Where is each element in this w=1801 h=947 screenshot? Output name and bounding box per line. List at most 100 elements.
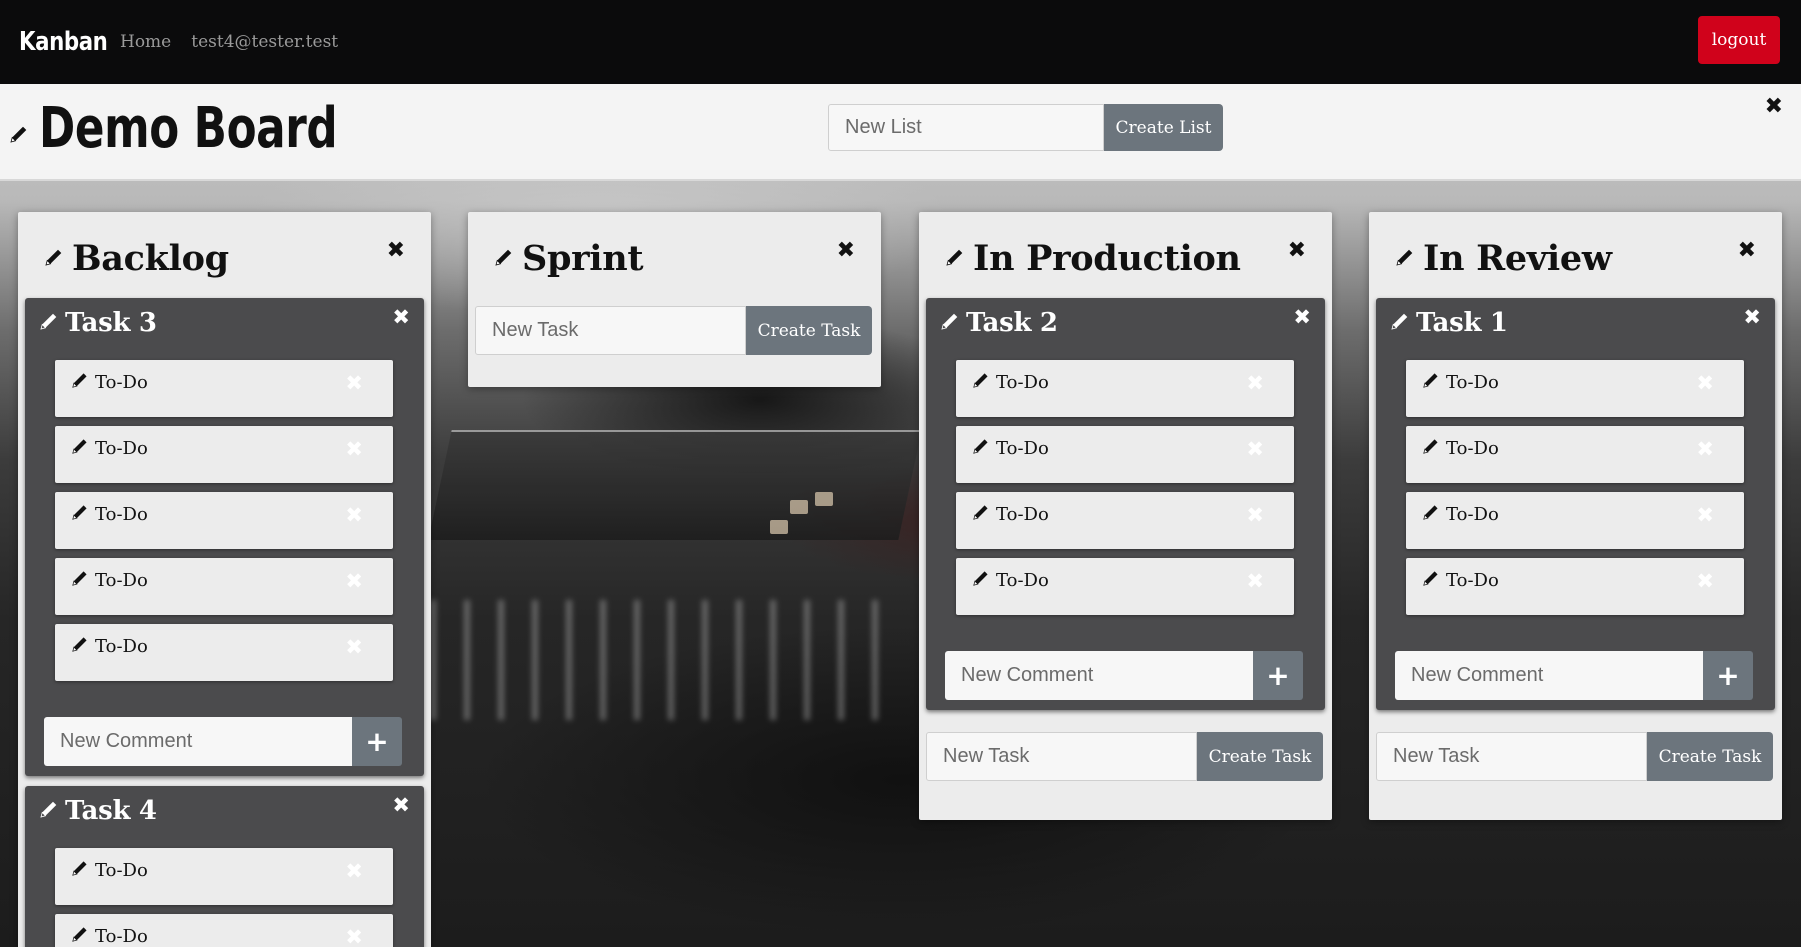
todo-item: To-Do ✖	[55, 558, 393, 615]
close-todo-icon[interactable]: ✖	[1696, 373, 1714, 394]
list-title-group: In Production	[945, 238, 1241, 279]
pencil-icon[interactable]	[1422, 569, 1440, 591]
nav-link-user-email[interactable]: test4@tester.test	[191, 32, 338, 52]
add-comment-button[interactable]: +	[1703, 651, 1753, 700]
task-card: Task 3 ✖ To-Do ✖ To-Do ✖ To-Do ✖ To-Do ✖…	[25, 298, 424, 776]
new-task-input[interactable]	[475, 306, 746, 355]
add-comment-button[interactable]: +	[1253, 651, 1303, 700]
close-todo-icon[interactable]: ✖	[345, 373, 363, 394]
task-header: Task 4 ✖	[25, 786, 424, 848]
pencil-icon[interactable]	[39, 311, 59, 335]
pencil-icon[interactable]	[1422, 437, 1440, 459]
pencil-icon[interactable]	[9, 124, 29, 148]
create-task-button[interactable]: Create Task	[1197, 732, 1323, 781]
close-todo-icon[interactable]: ✖	[345, 439, 363, 460]
list-in-production: In Production ✖ Task 2 ✖ To-Do ✖ To-Do ✖…	[919, 212, 1332, 820]
close-board-icon[interactable]: ✖	[1765, 96, 1783, 118]
new-task-form: Create Task	[926, 732, 1325, 781]
close-todo-icon[interactable]: ✖	[345, 637, 363, 658]
list-header: In Review ✖	[1369, 212, 1782, 298]
pencil-icon[interactable]	[972, 503, 990, 525]
task-title-group: Task 4	[39, 796, 157, 826]
pencil-icon[interactable]	[940, 311, 960, 335]
new-comment-input[interactable]	[1395, 651, 1703, 700]
todo-item: To-Do ✖	[55, 848, 393, 905]
close-todo-icon[interactable]: ✖	[345, 571, 363, 592]
nav-link-home[interactable]: Home	[120, 32, 171, 52]
background-component	[815, 492, 833, 506]
pencil-icon[interactable]	[71, 437, 89, 459]
pencil-icon[interactable]	[972, 569, 990, 591]
close-list-icon[interactable]: ✖	[1738, 240, 1756, 262]
pencil-icon[interactable]	[71, 635, 89, 657]
todo-label-group: To-Do	[1422, 503, 1499, 525]
todo-label-group: To-Do	[71, 635, 148, 657]
create-task-button[interactable]: Create Task	[1647, 732, 1773, 781]
task-title-group: Task 2	[940, 308, 1058, 338]
new-task-form: Create Task	[475, 306, 874, 355]
list-title: Sprint	[522, 238, 644, 279]
todo-label: To-Do	[1446, 503, 1499, 525]
close-task-icon[interactable]: ✖	[1743, 307, 1761, 328]
pencil-icon[interactable]	[972, 437, 990, 459]
pencil-icon[interactable]	[972, 371, 990, 393]
pencil-icon[interactable]	[945, 247, 965, 271]
close-task-icon[interactable]: ✖	[392, 795, 410, 816]
close-todo-icon[interactable]: ✖	[1246, 373, 1264, 394]
close-todo-icon[interactable]: ✖	[345, 861, 363, 882]
close-list-icon[interactable]: ✖	[837, 240, 855, 262]
new-task-input[interactable]	[926, 732, 1197, 781]
close-task-icon[interactable]: ✖	[392, 307, 410, 328]
close-todo-icon[interactable]: ✖	[345, 505, 363, 526]
todo-label: To-Do	[996, 371, 1049, 393]
todo-label-group: To-Do	[71, 503, 148, 525]
pencil-icon[interactable]	[44, 247, 64, 271]
close-todo-icon[interactable]: ✖	[1246, 439, 1264, 460]
close-task-icon[interactable]: ✖	[1293, 307, 1311, 328]
pencil-icon[interactable]	[1395, 247, 1415, 271]
new-comment-input[interactable]	[44, 717, 352, 766]
todo-item: To-Do ✖	[55, 624, 393, 681]
close-todo-icon[interactable]: ✖	[345, 927, 363, 947]
create-task-button[interactable]: Create Task	[746, 306, 872, 355]
pencil-icon[interactable]	[71, 569, 89, 591]
new-task-input[interactable]	[1376, 732, 1647, 781]
new-comment-form: +	[945, 651, 1325, 700]
close-todo-icon[interactable]: ✖	[1696, 439, 1714, 460]
close-list-icon[interactable]: ✖	[387, 240, 405, 262]
pencil-icon[interactable]	[1422, 503, 1440, 525]
list-title: In Production	[973, 238, 1241, 279]
new-list-form: Create List	[828, 104, 1223, 151]
pencil-icon[interactable]	[71, 925, 89, 947]
close-todo-icon[interactable]: ✖	[1246, 505, 1264, 526]
list-title-group: In Review	[1395, 238, 1612, 279]
background-pins	[430, 600, 880, 720]
todo-item: To-Do ✖	[55, 914, 393, 947]
pencil-icon[interactable]	[1390, 311, 1410, 335]
todo-label: To-Do	[1446, 569, 1499, 591]
close-list-icon[interactable]: ✖	[1288, 240, 1306, 262]
todo-item: To-Do ✖	[956, 426, 1294, 483]
todo-label-group: To-Do	[1422, 371, 1499, 393]
close-todo-icon[interactable]: ✖	[1696, 571, 1714, 592]
pencil-icon[interactable]	[71, 503, 89, 525]
close-todo-icon[interactable]: ✖	[1696, 505, 1714, 526]
create-list-button[interactable]: Create List	[1104, 104, 1223, 151]
pencil-icon[interactable]	[1422, 371, 1440, 393]
list-title-group: Sprint	[494, 238, 644, 279]
close-todo-icon[interactable]: ✖	[1246, 571, 1264, 592]
todo-label: To-Do	[95, 635, 148, 657]
pencil-icon[interactable]	[39, 799, 59, 823]
add-comment-button[interactable]: +	[352, 717, 402, 766]
new-list-input[interactable]	[828, 104, 1104, 151]
pencil-icon[interactable]	[71, 859, 89, 881]
todo-label-group: To-Do	[71, 925, 148, 947]
todo-label: To-Do	[1446, 371, 1499, 393]
pencil-icon[interactable]	[494, 247, 514, 271]
todo-label: To-Do	[95, 925, 148, 947]
task-title-group: Task 1	[1390, 308, 1508, 338]
brand-logo[interactable]: Kanban	[19, 27, 108, 57]
pencil-icon[interactable]	[71, 371, 89, 393]
logout-button[interactable]: logout	[1698, 16, 1780, 64]
new-comment-input[interactable]	[945, 651, 1253, 700]
